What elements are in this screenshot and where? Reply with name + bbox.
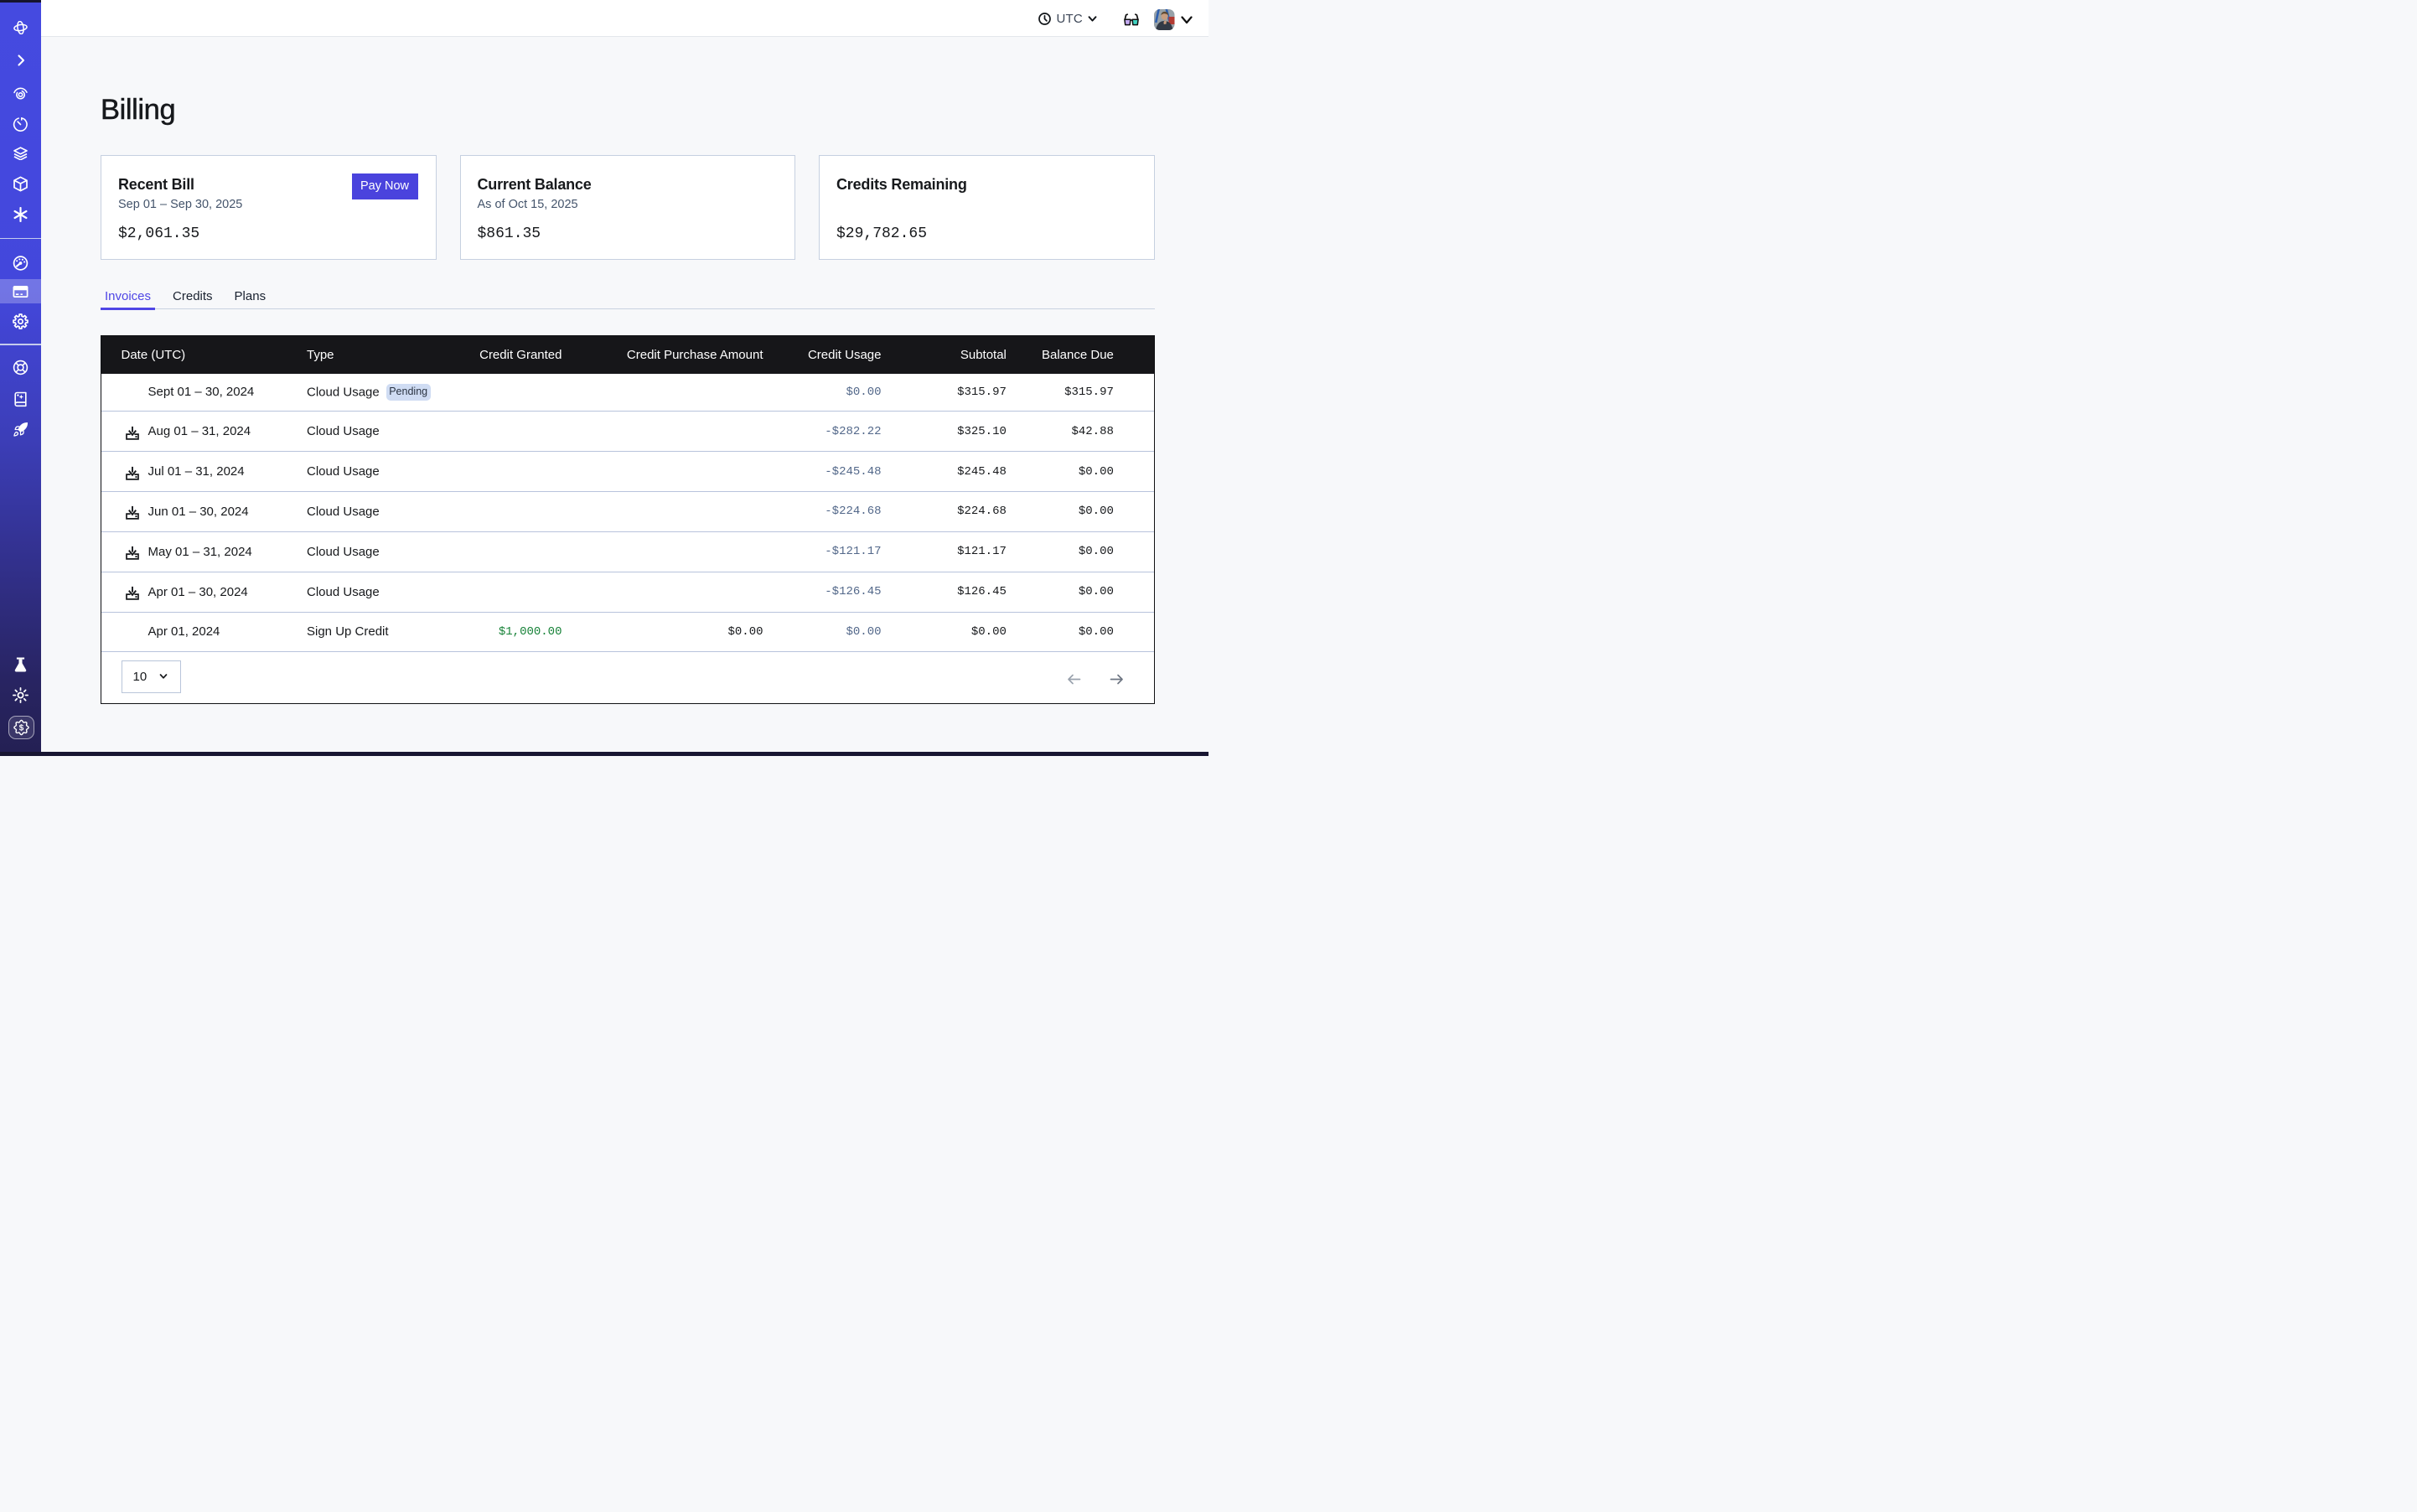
- svg-text:$: $: [18, 723, 23, 733]
